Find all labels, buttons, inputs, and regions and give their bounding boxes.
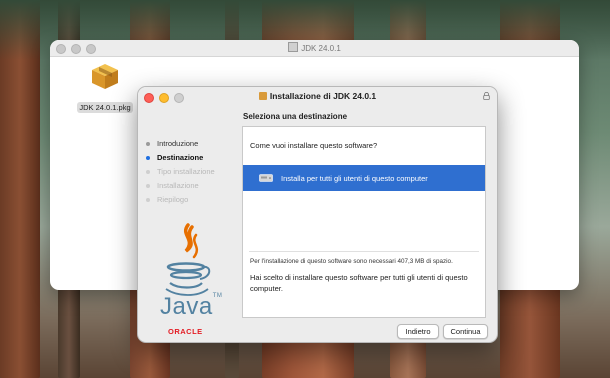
continue-button[interactable]: Continua xyxy=(443,324,488,339)
lock-icon[interactable] xyxy=(483,92,490,100)
installer-titlebar[interactable]: Installazione di JDK 24.0.1 xyxy=(138,87,497,107)
finder-title-text: JDK 24.0.1 xyxy=(301,44,341,53)
section-title: Seleziona una destinazione xyxy=(243,112,348,121)
step-label: Riepilogo xyxy=(157,195,189,204)
install-all-users-option[interactable]: Installa per tutti gli utenti di questo … xyxy=(243,165,485,191)
package-icon xyxy=(92,64,118,89)
disk-image-icon xyxy=(288,42,299,52)
installer-window[interactable]: Installazione di JDK 24.0.1 Seleziona un… xyxy=(137,86,498,343)
option-label: Installa per tutti gli utenti di questo … xyxy=(281,173,428,183)
selection-summary: Hai scelto di installare questo software… xyxy=(250,273,468,293)
java-word: Java xyxy=(160,293,213,320)
divider xyxy=(249,251,479,252)
step-label: Introduzione xyxy=(157,139,199,148)
oracle-logo: ORACLE xyxy=(168,327,203,336)
step-introduzione: Introduzione xyxy=(146,137,236,151)
step-dot xyxy=(146,156,150,160)
step-dot xyxy=(146,142,150,146)
destination-panel: Come vuoi installare questo software? In… xyxy=(242,126,486,318)
installer-title: Installazione di JDK 24.0.1 xyxy=(138,91,497,101)
hard-drive-icon xyxy=(259,174,273,182)
finder-titlebar[interactable]: JDK 24.0.1 xyxy=(50,40,579,57)
step-installazione: Installazione xyxy=(146,179,236,193)
step-dot xyxy=(146,170,150,174)
installer-title-text: Installazione di JDK 24.0.1 xyxy=(269,91,377,101)
trademark: TM xyxy=(212,293,223,299)
step-destinazione: Destinazione xyxy=(146,151,236,165)
pkg-file-label: JDK 24.0.1.pkg xyxy=(77,102,133,113)
java-wordmark: JavaTM xyxy=(160,293,222,321)
step-riepilogo: Riepilogo xyxy=(146,193,236,207)
pkg-file[interactable]: JDK 24.0.1.pkg xyxy=(76,62,134,115)
step-dot xyxy=(146,184,150,188)
step-dot xyxy=(146,198,150,202)
step-label: Tipo installazione xyxy=(157,167,215,176)
step-label: Installazione xyxy=(157,181,199,190)
package-icon xyxy=(258,92,267,100)
finder-title: JDK 24.0.1 xyxy=(50,42,579,53)
space-required-text: Per l'installazione di questo software s… xyxy=(250,258,453,265)
step-label: Destinazione xyxy=(157,153,204,162)
back-button[interactable]: Indietro xyxy=(397,324,439,339)
step-tipo-installazione: Tipo installazione xyxy=(146,165,236,179)
installer-steps: Introduzione Destinazione Tipo installaz… xyxy=(146,137,236,207)
install-question: Come vuoi installare questo software? xyxy=(250,141,378,150)
